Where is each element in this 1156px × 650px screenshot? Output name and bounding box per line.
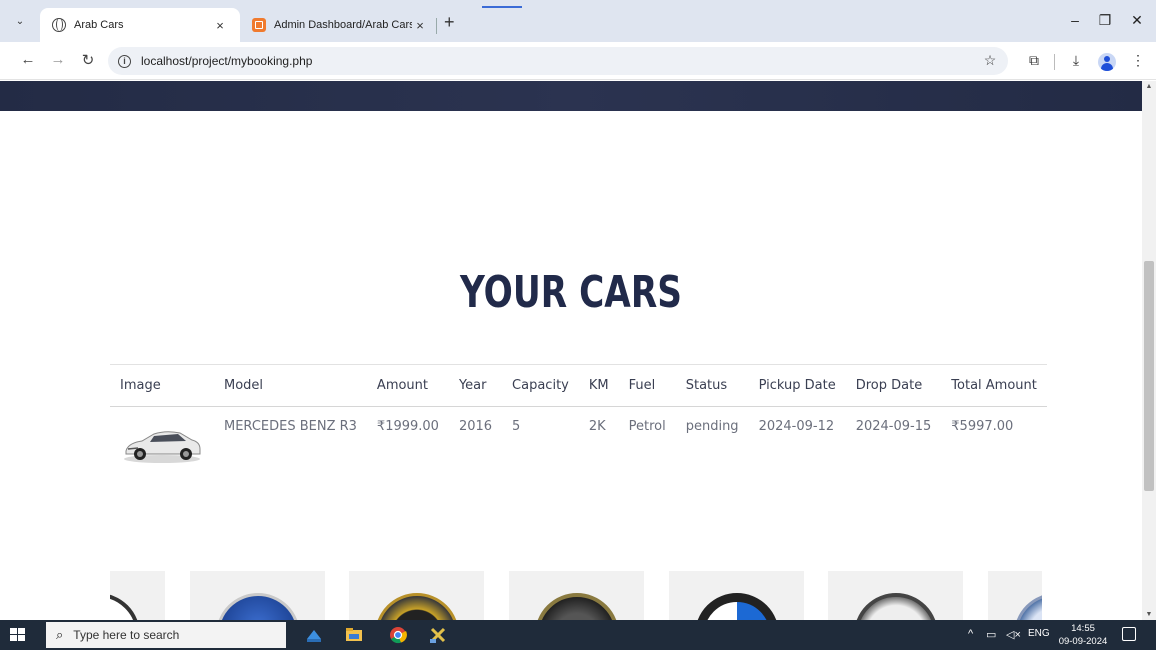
browser-tab-bar: ⌄ Arab Cars × Admin Dashboard/Arab Cars … (0, 0, 1156, 42)
chrome-icon[interactable] (388, 625, 408, 645)
column-header: Year (448, 364, 503, 407)
browser-toolbar: ← → ↻ i localhost/project/mybooking.php … (0, 42, 1156, 80)
brand-logo (1014, 593, 1042, 620)
tab-highlight (482, 6, 522, 8)
mercedes-logo (375, 593, 459, 620)
bookmark-star-icon[interactable]: ☆ (980, 52, 1000, 69)
column-header: Status (675, 364, 749, 407)
site-info-icon[interactable]: i (118, 54, 131, 68)
extensions-icon[interactable]: ⧉ (1024, 52, 1044, 69)
scroll-up-arrow-icon[interactable]: ▲ (1142, 83, 1156, 90)
download-icon[interactable]: ⤓ (1066, 52, 1086, 69)
drop-date-cell: 2024-09-15 (855, 419, 932, 434)
scrollbar-thumb[interactable] (1144, 261, 1154, 491)
menu-kebab-icon[interactable]: ⋮ (1128, 52, 1148, 69)
scroll-down-arrow-icon[interactable]: ▼ (1142, 611, 1156, 618)
tab-admin-dashboard[interactable]: Admin Dashboard/Arab Cars × (240, 8, 440, 42)
admin-favicon-icon (252, 18, 266, 32)
fuel-cell: Petrol (628, 419, 666, 434)
taskbar-search-box[interactable]: ⌕ Type here to search (46, 622, 286, 648)
car-image-cell (110, 407, 214, 482)
notifications-icon[interactable] (1122, 627, 1136, 641)
url-text: localhost/project/mybooking.php (141, 54, 313, 68)
brand-card[interactable] (349, 571, 484, 620)
new-tab-button[interactable]: + (444, 12, 455, 33)
year-cell: 2016 (458, 419, 493, 434)
column-header: Capacity (502, 364, 579, 407)
address-bar[interactable]: i localhost/project/mybooking.php (108, 47, 1008, 75)
site-navbar (0, 81, 1142, 111)
search-icon: ⌕ (56, 627, 64, 642)
toolbar-divider (1054, 54, 1055, 70)
app-icon[interactable] (304, 625, 324, 645)
brand-logo (110, 593, 140, 620)
bookings-table: Image Model Amount Year Capacity KM Fuel… (110, 364, 1047, 481)
column-header: Fuel (618, 364, 676, 407)
status-cell: pending (685, 419, 739, 434)
brand-logo (854, 593, 938, 620)
windows-start-icon[interactable] (10, 628, 26, 642)
brand-card[interactable] (828, 571, 963, 620)
tab-title: Arab Cars (74, 19, 124, 31)
tab-title: Admin Dashboard/Arab Cars (274, 19, 412, 31)
brand-card[interactable] (190, 571, 325, 620)
close-window-button[interactable]: ✕ (1122, 12, 1152, 29)
clock-date: 09-09-2024 (1058, 636, 1108, 647)
column-header: Total Amount (941, 364, 1047, 407)
clock-time: 14:55 (1071, 623, 1095, 634)
column-header: Amount (366, 364, 449, 407)
tab-divider (436, 18, 437, 34)
column-header: Drop Date (845, 364, 942, 407)
km-cell: 2K (588, 419, 606, 434)
tab-arab-cars[interactable]: Arab Cars × (40, 8, 240, 42)
capacity-cell: 5 (512, 419, 521, 434)
language-indicator[interactable]: ENG (1028, 628, 1050, 639)
table-row: MERCEDES BENZ R3 ₹1999.00 2016 5 2K Petr… (110, 407, 1047, 482)
brand-card[interactable] (509, 571, 644, 620)
brand-card[interactable] (988, 571, 1042, 620)
minimize-button[interactable]: – (1060, 12, 1090, 28)
brand-carousel (110, 571, 1042, 620)
system-clock[interactable]: 14:55 09-09-2024 (1058, 622, 1108, 648)
globe-icon (52, 18, 66, 32)
network-icon[interactable]: ▭ (986, 628, 996, 641)
column-header: Pickup Date (748, 364, 846, 407)
column-header: Image (110, 364, 214, 407)
bmw-logo (695, 593, 779, 620)
back-icon[interactable]: ← (18, 51, 38, 68)
page-scrollbar[interactable]: ▲ ▼ (1142, 81, 1156, 620)
restore-button[interactable]: ❐ (1090, 12, 1120, 29)
tab-search-icon[interactable]: ⌄ (12, 14, 28, 30)
brand-card[interactable] (669, 571, 804, 620)
column-header: Model (214, 364, 367, 407)
page-viewport: YOUR CARS Image Model Amount Year Capaci… (0, 81, 1142, 620)
amount-cell: ₹1999.00 (376, 419, 439, 434)
search-placeholder: Type here to search (73, 628, 180, 642)
tools-app-icon[interactable] (428, 625, 448, 645)
total-amount-cell: ₹5997.00 (951, 419, 1014, 434)
saab-logo (216, 593, 300, 620)
forward-icon[interactable]: → (48, 51, 68, 68)
tray-chevron-icon[interactable]: ^ (968, 628, 973, 640)
column-header: KM (578, 364, 619, 407)
close-tab-icon[interactable]: × (412, 18, 428, 33)
page-title: YOUR CARS (460, 267, 682, 318)
model-cell: MERCEDES BENZ R3 (224, 419, 357, 434)
brand-logo (535, 593, 619, 620)
profile-avatar-icon[interactable] (1098, 53, 1116, 71)
pickup-date-cell: 2024-09-12 (758, 419, 835, 434)
close-tab-icon[interactable]: × (212, 18, 228, 33)
table-header-row: Image Model Amount Year Capacity KM Fuel… (110, 364, 1047, 407)
car-image (124, 431, 201, 463)
reload-icon[interactable]: ↻ (78, 51, 98, 69)
file-explorer-icon[interactable] (344, 625, 364, 645)
windows-taskbar: ⌕ Type here to search ^ ▭ ◁× ENG 14:55 0… (0, 620, 1156, 650)
volume-muted-icon[interactable]: ◁× (1006, 628, 1021, 641)
brand-card[interactable] (110, 571, 165, 620)
